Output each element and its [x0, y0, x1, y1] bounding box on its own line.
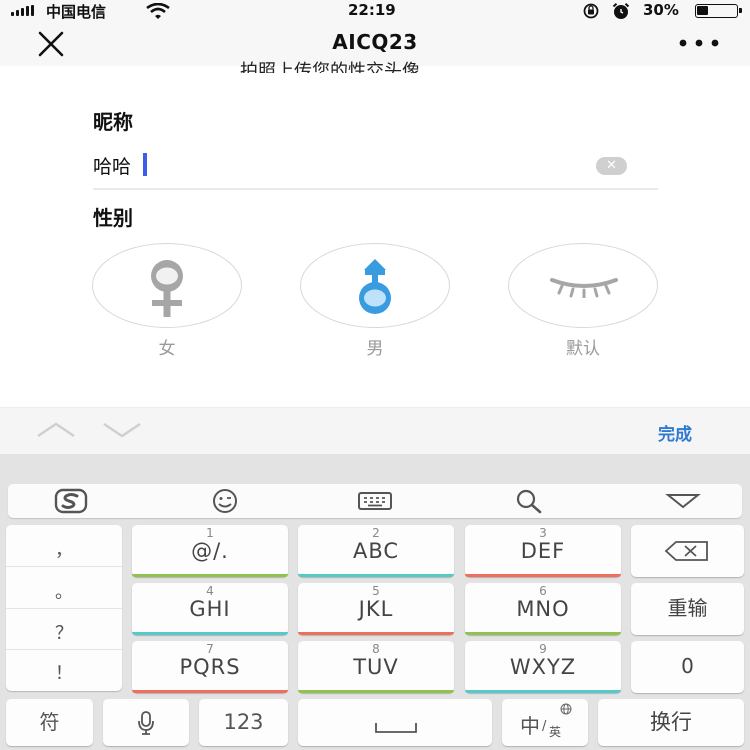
key-1[interactable]: 1 @/. [132, 525, 288, 577]
upload-avatar-hint: 拍照上传您的性交头像 [240, 61, 420, 73]
input-divider [93, 188, 658, 190]
keyboard-function-bar [8, 484, 742, 518]
rotation-lock-icon [583, 3, 599, 19]
backspace-key[interactable] [631, 525, 744, 577]
done-button[interactable]: 完成 [658, 420, 692, 445]
gender-label-default: 默认 [566, 339, 600, 359]
key-number: 7 [206, 642, 214, 656]
gender-label-male: 男 [366, 339, 384, 359]
keyboard-icon[interactable] [357, 490, 393, 512]
key-2[interactable]: 2 ABC [298, 525, 454, 577]
clear-icon: ✕ [606, 158, 617, 173]
sogou-logo-icon[interactable] [54, 488, 88, 514]
space-key[interactable] [298, 699, 492, 746]
male-icon [359, 259, 391, 314]
zero-key[interactable]: 0 [631, 641, 744, 693]
nickname-input[interactable] [93, 152, 593, 178]
more-icon[interactable] [678, 39, 720, 47]
previous-field-icon[interactable] [36, 422, 76, 438]
key-label: GHI [189, 597, 231, 621]
key-5[interactable]: 5 JKL [298, 583, 454, 635]
punct-question-key[interactable]: ？ [6, 616, 122, 652]
search-icon[interactable] [513, 488, 545, 514]
key-9[interactable]: 9 WXYZ [465, 641, 621, 693]
clear-input-button[interactable]: ✕ [596, 157, 627, 175]
gender-option-female[interactable] [92, 243, 242, 328]
voice-key[interactable] [103, 699, 189, 746]
text-caret [143, 153, 147, 176]
wifi-icon [146, 3, 170, 19]
key-label: DEF [520, 539, 566, 563]
battery-icon [695, 4, 742, 18]
page-title: AICQ23 [332, 30, 418, 54]
key-label: TUV [353, 655, 399, 679]
key-label: WXYZ [509, 655, 577, 679]
keyboard: ， 。 ？ ！ 1 @/. 2 ABC 3 DEF 4 GHI 5 JKL 6 … [0, 454, 750, 750]
lang-zh-label: 中 [520, 714, 540, 738]
key-8[interactable]: 8 TUV [298, 641, 454, 693]
backspace-icon [664, 541, 708, 561]
hide-keyboard-icon[interactable] [665, 492, 701, 510]
key-7[interactable]: 7 PQRS [132, 641, 288, 693]
newline-key[interactable]: 换行 [598, 699, 744, 746]
key-4[interactable]: 4 GHI [132, 583, 288, 635]
carrier-label: 中国电信 [46, 3, 107, 21]
gender-option-default[interactable] [508, 243, 658, 328]
key-label: JKL [358, 597, 394, 621]
reinput-key[interactable]: 重输 [631, 583, 744, 635]
key-number: 2 [372, 526, 380, 540]
gender-option-male[interactable] [300, 243, 450, 328]
closed-eye-icon [550, 278, 618, 298]
space-icon [375, 723, 417, 733]
key-number: 6 [539, 584, 547, 598]
gender-label-female: 女 [158, 339, 176, 359]
keyboard-toolbar: 完成 [0, 407, 750, 454]
punct-exclaim-key[interactable]: ！ [6, 656, 122, 692]
symbols-key[interactable]: 符 [6, 699, 93, 746]
emoji-icon[interactable] [208, 488, 242, 514]
globe-icon [560, 703, 572, 715]
key-6[interactable]: 6 MNO [465, 583, 621, 635]
key-number: 8 [372, 642, 380, 656]
key-number: 9 [539, 642, 547, 656]
key-label: MNO [516, 597, 570, 621]
clock: 22:19 [348, 1, 396, 19]
gender-label: 性别 [93, 206, 133, 230]
microphone-icon [138, 711, 154, 735]
language-switch-key[interactable]: 中 / 英 [502, 699, 588, 746]
next-field-icon[interactable] [102, 422, 142, 438]
key-number: 4 [206, 584, 214, 598]
punct-comma-key[interactable]: ， [6, 533, 122, 569]
lang-en-label: 英 [549, 725, 562, 739]
battery-percent: 30% [643, 1, 679, 19]
key-label: @/. [191, 539, 229, 563]
key-number: 5 [372, 584, 380, 598]
status-bar: 中国电信 22:19 30% [0, 0, 750, 22]
key-label: PQRS [179, 655, 241, 679]
punct-period-key[interactable]: 。 [6, 575, 122, 611]
key-number: 3 [539, 526, 547, 540]
female-icon [151, 260, 183, 317]
punctuation-column: ， 。 ？ ！ [6, 525, 122, 691]
key-number: 1 [206, 526, 214, 540]
key-label: ABC [352, 539, 400, 563]
numeric-key[interactable]: 123 [199, 699, 288, 746]
alarm-icon [612, 3, 630, 19]
nickname-label: 昵称 [93, 110, 133, 134]
key-3[interactable]: 3 DEF [465, 525, 621, 577]
